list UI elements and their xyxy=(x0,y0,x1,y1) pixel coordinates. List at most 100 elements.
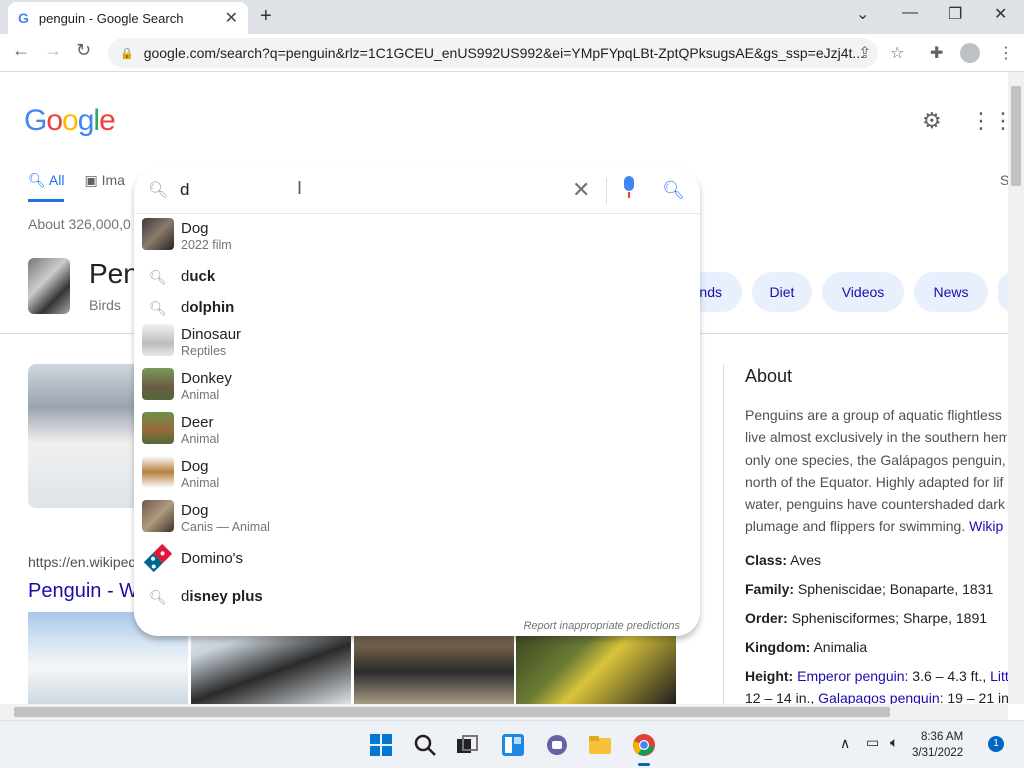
horizontal-scroll-thumb[interactable] xyxy=(14,707,890,717)
new-tab-icon[interactable]: + xyxy=(260,5,272,28)
teams-chat-icon[interactable] xyxy=(545,733,569,757)
suggestion-completion: Dog xyxy=(181,220,209,237)
about-heading: About xyxy=(745,366,793,386)
tab-title: penguin - Google Search xyxy=(38,10,184,26)
result-stats: About 326,000,0 xyxy=(28,216,131,232)
suggestion-completion: Deer xyxy=(181,414,214,431)
search-icon: 🔍︎ xyxy=(149,589,167,605)
forward-arrow-icon[interactable]: → xyxy=(44,40,62,61)
minimize-icon[interactable]: — xyxy=(902,4,918,22)
chip-videos[interactable]: Videos xyxy=(822,272,904,312)
knowledge-panel-thumbnail[interactable] xyxy=(28,258,70,314)
suggestion-text: Dinosaur xyxy=(181,326,241,343)
fact-kingdom: Kingdom: Animalia xyxy=(745,639,867,655)
settings-gear-icon[interactable]: ⚙ xyxy=(922,108,942,134)
extensions-icon[interactable]: ✚ xyxy=(930,43,943,63)
back-arrow-icon[interactable]: ← xyxy=(12,40,30,61)
suggestion-completion: Domino's xyxy=(181,550,244,567)
restore-icon[interactable]: ❐ xyxy=(948,4,962,24)
system-clock[interactable]: 8:36 AM 3/31/2022 xyxy=(912,729,963,761)
search-submit-icon[interactable]: 🔍︎ xyxy=(662,180,685,201)
about-line: Penguins are a group of aquatic flightle… xyxy=(745,407,1002,423)
dino-thumbnail-icon xyxy=(142,324,174,356)
vertical-scrollbar[interactable] xyxy=(1008,72,1024,704)
suggestion-text: Dog xyxy=(181,220,209,237)
fact-label[interactable]: Height: xyxy=(745,668,793,684)
fact-label[interactable]: Order: xyxy=(745,610,788,626)
chrome-taskbar-icon[interactable] xyxy=(632,733,656,766)
fact-value: Sphenisciformes; Sharpe, 1891 xyxy=(791,610,988,626)
chip-diet[interactable]: Diet xyxy=(752,272,812,312)
suggestion-text: duck xyxy=(181,268,215,285)
report-predictions-link[interactable]: Report inappropriate predictions xyxy=(523,620,680,632)
fact-value: Animalia xyxy=(813,639,868,655)
suggestion-subtitle: Animal xyxy=(181,432,220,446)
suggestion-text: Deer xyxy=(181,414,214,431)
little-penguin-link[interactable]: Littl xyxy=(990,668,1008,684)
google-apps-icon[interactable]: ⋮⋮ xyxy=(970,108,1008,134)
chip-more[interactable] xyxy=(998,272,1008,312)
fact-height: Height: Emperor penguin: 3.6 – 4.3 ft., … xyxy=(745,668,1008,684)
fact-label[interactable]: Kingdom: xyxy=(745,639,810,655)
reload-icon[interactable]: ↻ xyxy=(76,40,91,61)
tab-right-partial[interactable]: S xyxy=(1000,172,1008,188)
widgets-icon[interactable] xyxy=(501,733,525,757)
file-explorer-icon[interactable] xyxy=(588,733,612,757)
windows-start-icon[interactable] xyxy=(369,733,393,757)
suggestion-subtitle: Canis — Animal xyxy=(181,520,270,534)
google-logo[interactable]: Google xyxy=(24,104,116,138)
chrome-menu-icon[interactable]: ⋮ xyxy=(998,43,1014,63)
fact-value: 12 – 14 in., xyxy=(745,690,819,704)
notification-badge[interactable]: 1 xyxy=(988,736,1004,752)
donkey-thumbnail-icon xyxy=(142,368,174,400)
fact-label[interactable]: Class: xyxy=(745,552,787,568)
fact-order: Order: Sphenisciformes; Sharpe, 1891 xyxy=(745,610,987,626)
tab-all[interactable]: 🔍︎ All xyxy=(28,172,65,202)
fact-label[interactable]: Family: xyxy=(745,581,794,597)
suggestion-subtitle: 2022 film xyxy=(181,238,232,252)
galapagos-penguin-link[interactable]: Galapagos penguin xyxy=(818,690,939,704)
suggestion-completion: isney plus xyxy=(189,588,263,605)
window-close-icon[interactable]: ✕ xyxy=(994,4,1007,24)
show-hidden-icons-chevron[interactable]: ∧ xyxy=(840,735,850,752)
task-view-icon[interactable] xyxy=(455,733,479,757)
profile-avatar-icon[interactable] xyxy=(960,43,980,63)
search-tabs: 🔍︎ All ▣ Ima xyxy=(28,172,125,202)
search-taskbar-icon[interactable] xyxy=(413,733,437,757)
fact-value: : 19 – 21 in xyxy=(939,690,1008,704)
about-line: live almost exclusively in the southern … xyxy=(745,429,1007,446)
bookmark-star-icon[interactable]: ☆ xyxy=(890,43,904,63)
clock-date: 3/31/2022 xyxy=(912,747,964,759)
vertical-scroll-thumb[interactable] xyxy=(1011,86,1021,186)
suggestion-subtitle: Reptiles xyxy=(181,344,227,358)
search-input[interactable]: d xyxy=(180,180,189,200)
about-line: only one species, the Galápagos penguin,… xyxy=(745,451,1007,468)
network-icon[interactable]: ▭ xyxy=(866,734,879,751)
close-tab-icon[interactable]: ✕ xyxy=(225,8,238,28)
text-cursor-icon: I xyxy=(297,178,303,198)
suggestion-text: Dog xyxy=(181,458,209,475)
wikipedia-link[interactable]: Wikip xyxy=(969,518,1003,534)
penguin-image[interactable] xyxy=(28,364,148,508)
voice-search-mic-icon[interactable] xyxy=(622,176,636,198)
suggestion-completion: Dog xyxy=(181,458,209,475)
dominos-logo-icon xyxy=(142,542,174,574)
knowledge-panel-subtitle: Birds xyxy=(89,297,121,313)
volume-icon[interactable]: 🔈︎ xyxy=(890,734,898,751)
search-box[interactable]: 🔍︎ d I ✕ 🔍︎ xyxy=(134,168,700,214)
share-icon[interactable]: ⇪ xyxy=(858,43,871,63)
tab-search-chevron-icon[interactable]: ⌄ xyxy=(856,4,869,24)
suggestion-text: disney plus xyxy=(181,588,263,605)
tab-all-label: All xyxy=(48,172,65,188)
chip-news[interactable]: News xyxy=(914,272,988,312)
horizontal-scrollbar[interactable] xyxy=(0,704,1008,720)
emperor-penguin-link[interactable]: Emperor penguin xyxy=(797,668,904,684)
lock-icon[interactable]: 🔒 xyxy=(120,47,134,60)
suggestion-subtitle: Animal xyxy=(181,476,220,490)
browser-tab[interactable]: G penguin - Google Search ✕ xyxy=(8,2,248,34)
fact-class: Class: Aves xyxy=(745,552,821,568)
browser-toolbar: ← → ↻ 🔒 google.com/search?q=penguin&rlz=… xyxy=(0,34,1024,72)
address-bar[interactable]: 🔒 google.com/search?q=penguin&rlz=1C1GCE… xyxy=(108,38,878,68)
clear-search-icon[interactable]: ✕ xyxy=(572,177,590,203)
tab-images[interactable]: ▣ Ima xyxy=(84,172,124,202)
